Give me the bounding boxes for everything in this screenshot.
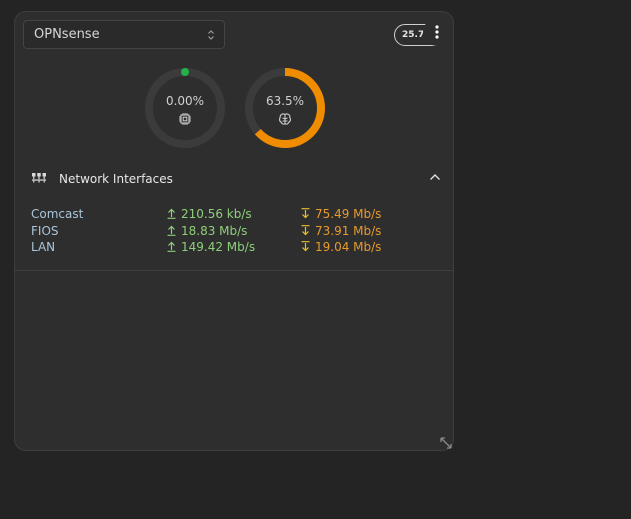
memory-gauge: 63.5% (243, 66, 327, 150)
upload-rate: 210.56 kb/s (181, 207, 252, 221)
more-vertical-icon (435, 25, 439, 39)
interface-row-lan: LAN 149.42 Mb/s 19.04 Mb/s (31, 239, 431, 256)
network-interfaces-title: Network Interfaces (59, 172, 173, 186)
network-icon (32, 173, 46, 183)
more-menu-button[interactable] (423, 18, 451, 46)
download-rate: 75.49 Mb/s (315, 207, 382, 221)
download-icon (301, 224, 310, 235)
interface-row-fios: FIOS 18.83 Mb/s 73.91 Mb/s (31, 223, 431, 240)
upload-icon (167, 225, 176, 236)
device-select[interactable]: OPNsense (23, 20, 225, 49)
device-select-value: OPNsense (34, 27, 100, 42)
upload-rate: 18.83 Mb/s (181, 223, 248, 238)
download-icon (301, 208, 310, 219)
memory-icon (278, 113, 292, 125)
interface-name: Comcast (31, 207, 84, 221)
section-divider (15, 270, 453, 271)
download-rate: 19.04 Mb/s (315, 240, 382, 254)
network-interfaces-header[interactable]: Network Interfaces (31, 170, 441, 188)
interface-name: FIOS (31, 223, 59, 238)
upload-rate: 149.42 Mb/s (181, 240, 256, 254)
interface-list: Comcast 210.56 kb/s 75.49 Mb/s FIOS 18.8… (31, 206, 431, 256)
interface-name: LAN (31, 240, 56, 254)
upload-icon (167, 208, 176, 219)
upload-icon (167, 241, 176, 252)
opnsense-widget: OPNsense 25.7.1 0.00% 63.5% Network Inte… (14, 11, 454, 451)
cpu-usage-value: 0.00% (165, 94, 205, 108)
cpu-icon (179, 113, 191, 125)
chevron-up-icon[interactable] (429, 173, 441, 181)
memory-usage-value: 63.5% (265, 94, 305, 108)
download-rate: 73.91 Mb/s (315, 223, 382, 238)
chevron-up-down-icon (208, 30, 214, 40)
resize-handle-icon[interactable] (439, 436, 453, 450)
memory-gauge-ring (245, 68, 325, 148)
cpu-gauge: 0.00% (143, 66, 227, 150)
cpu-gauge-ring (145, 68, 225, 148)
interface-row-comcast: Comcast 210.56 kb/s 75.49 Mb/s (31, 206, 431, 223)
download-icon (301, 241, 310, 252)
